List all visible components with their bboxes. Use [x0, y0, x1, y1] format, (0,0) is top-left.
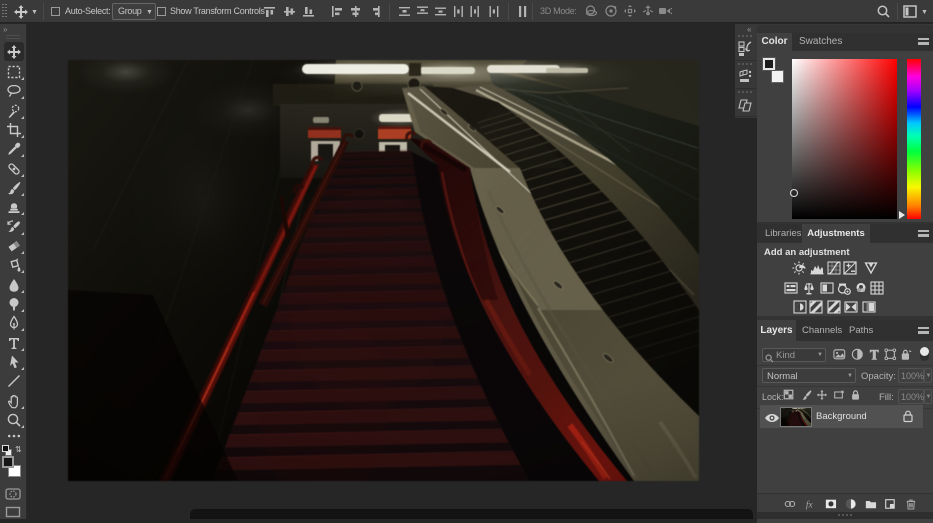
- svg-text:fx: fx: [806, 499, 814, 510]
